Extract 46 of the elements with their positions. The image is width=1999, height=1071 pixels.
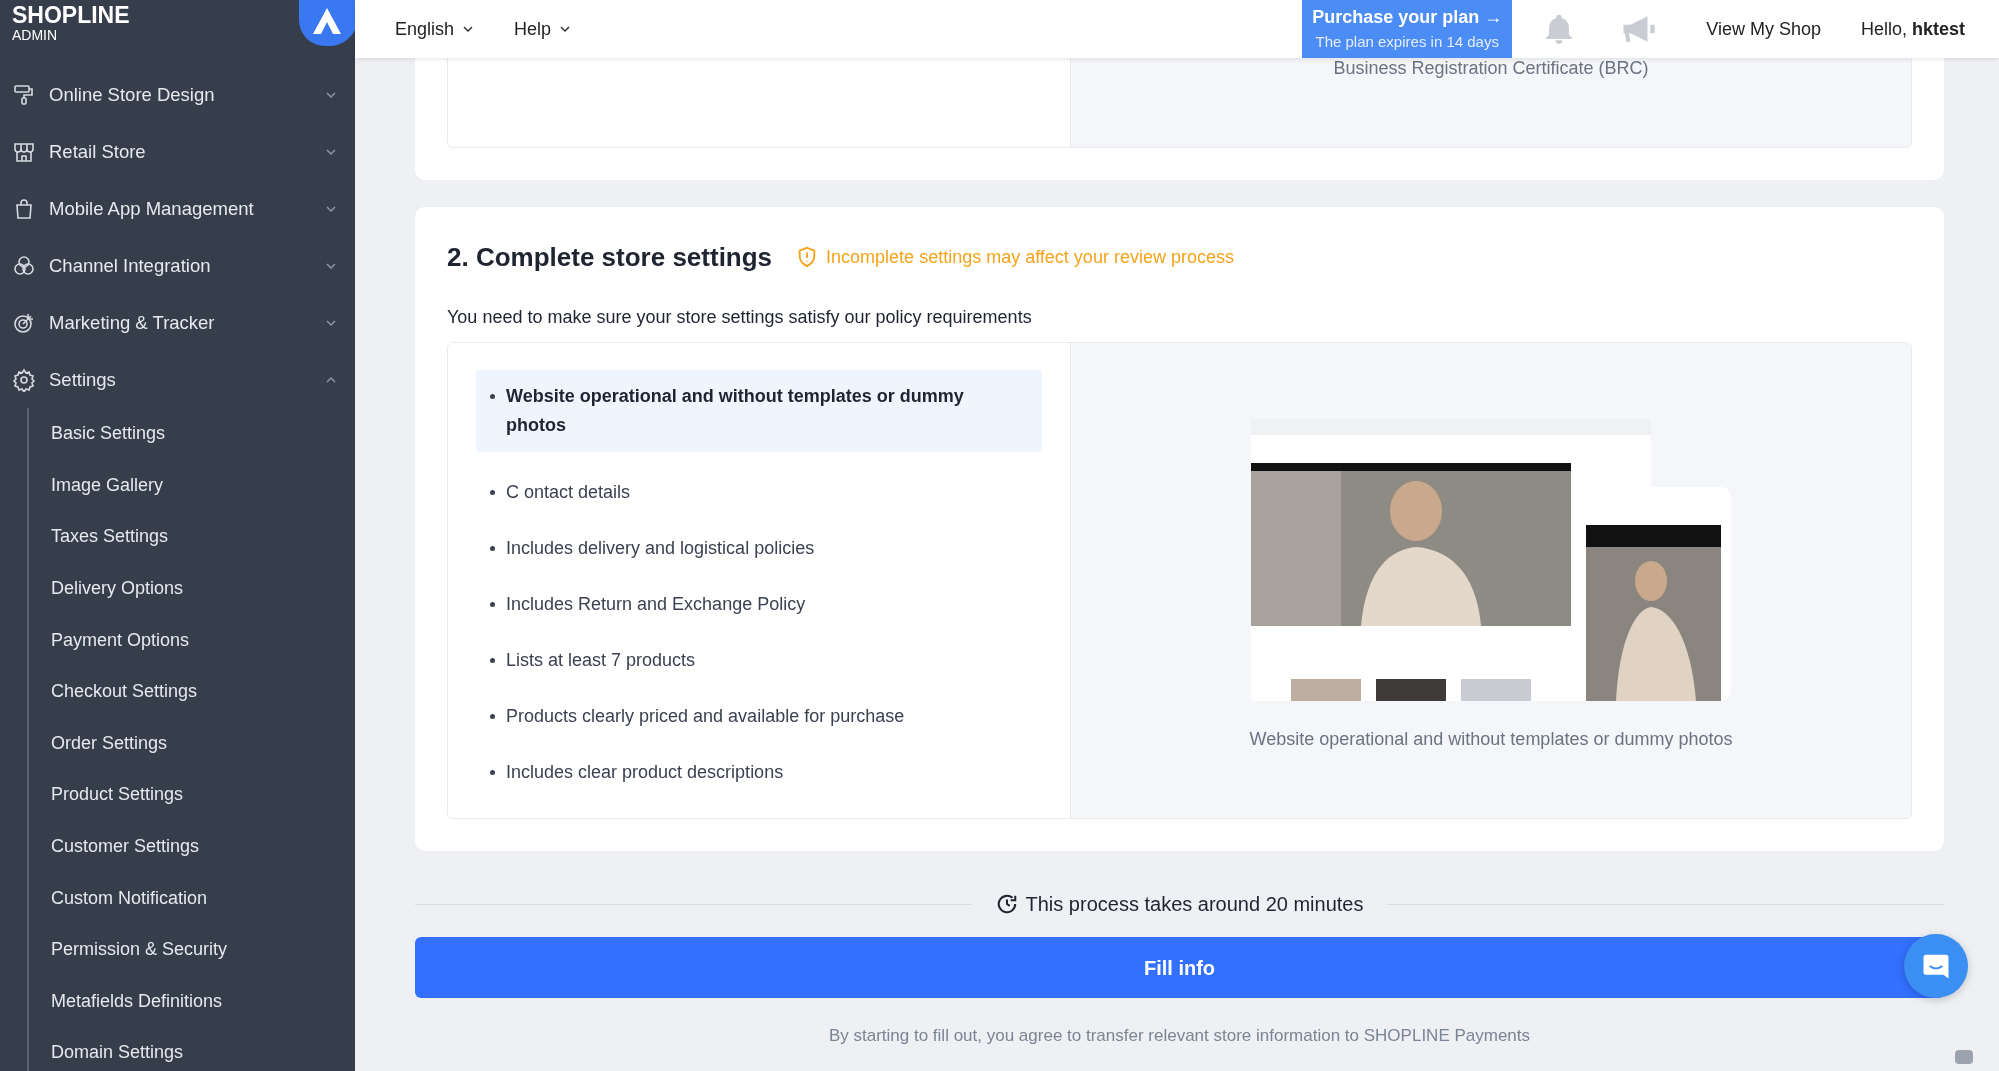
section-description: You need to make sure your store settings satisfy our policy requirements	[447, 306, 1033, 329]
duration-text: This process takes around 20 minutes	[1025, 892, 1364, 917]
sidebar-subitem[interactable]: Metafields Definitions	[29, 975, 355, 1028]
brand-name: SHOPLINE	[12, 2, 130, 28]
sidebar-subitem[interactable]: Delivery Options	[29, 562, 355, 615]
language-dropdown[interactable]: English	[395, 15, 477, 43]
consent-note: By starting to fill out, you agree to transfer relevant store information to SHOPLINE Payments	[827, 1025, 1532, 1047]
sidebar-subitem[interactable]: Product Settings	[29, 769, 355, 821]
sidebar-subitem[interactable]: Checkout Settings	[29, 665, 355, 718]
view-shop-link[interactable]: View My Shop	[1706, 15, 1821, 43]
preview-caption: Website operational and without templates or dummy photos	[1249, 728, 1733, 751]
scroll-handle[interactable]	[1955, 1050, 1973, 1064]
sidebar-subitem[interactable]: Basic Settings	[29, 408, 355, 460]
sidebar-item[interactable]: Online Store Design	[0, 66, 355, 123]
clock-icon	[995, 893, 1018, 915]
sidebar-subitem[interactable]: Payment Options	[29, 614, 355, 666]
sidebar-item[interactable]: Settings	[0, 351, 355, 408]
gear-icon	[12, 367, 36, 392]
document-caption: Business Registration Certificate (BRC)	[1333, 58, 1649, 80]
section-title: 2. Complete store settings	[447, 241, 773, 273]
requirement-item[interactable]: Includes clear product descriptions	[476, 744, 1042, 800]
paint-roller-icon	[12, 82, 36, 107]
sidebar-item[interactable]: Mobile App Management	[0, 180, 355, 237]
user-greeting[interactable]: Hello, hktest	[1860, 15, 1965, 43]
sidebar-subitem[interactable]: Order Settings	[29, 717, 355, 770]
requirement-item[interactable]: Lists at least 7 products	[476, 632, 1042, 688]
requirement-item[interactable]: C ontact details	[476, 464, 1042, 520]
sidebar-subitem[interactable]: Domain Settings	[29, 1027, 355, 1071]
warning-text: Incomplete settings may affect your review process	[826, 245, 1234, 269]
chat-button[interactable]	[1904, 934, 1968, 998]
sidebar-subitem[interactable]: Custom Notification	[29, 872, 355, 924]
requirement-item[interactable]: Products clearly priced and available for purchase	[476, 688, 1042, 744]
logo-icon[interactable]	[299, 0, 355, 46]
sidebar-subitem[interactable]: Taxes Settings	[29, 511, 355, 563]
brand-subtitle: ADMIN	[12, 28, 59, 42]
sidebar-item[interactable]: Retail Store	[0, 123, 355, 180]
sidebar-item[interactable]: Channel Integration	[0, 237, 355, 294]
help-dropdown[interactable]: Help	[514, 15, 574, 43]
sidebar-item[interactable]: Marketing & Tracker	[0, 294, 355, 351]
requirement-item[interactable]: Website operational and without templates or dummy photos	[476, 370, 1042, 452]
requirement-item[interactable]: Includes Return and Exchange Policy	[476, 576, 1042, 632]
sidebar-subitem[interactable]: Image Gallery	[29, 459, 355, 512]
three-circles-icon	[12, 253, 36, 278]
requirement-item[interactable]: Includes delivery and logistical policies	[476, 520, 1042, 576]
sidebar-subitem[interactable]: Customer Settings	[29, 820, 355, 873]
sidebar-subitem[interactable]: Permission & Security	[29, 923, 355, 976]
